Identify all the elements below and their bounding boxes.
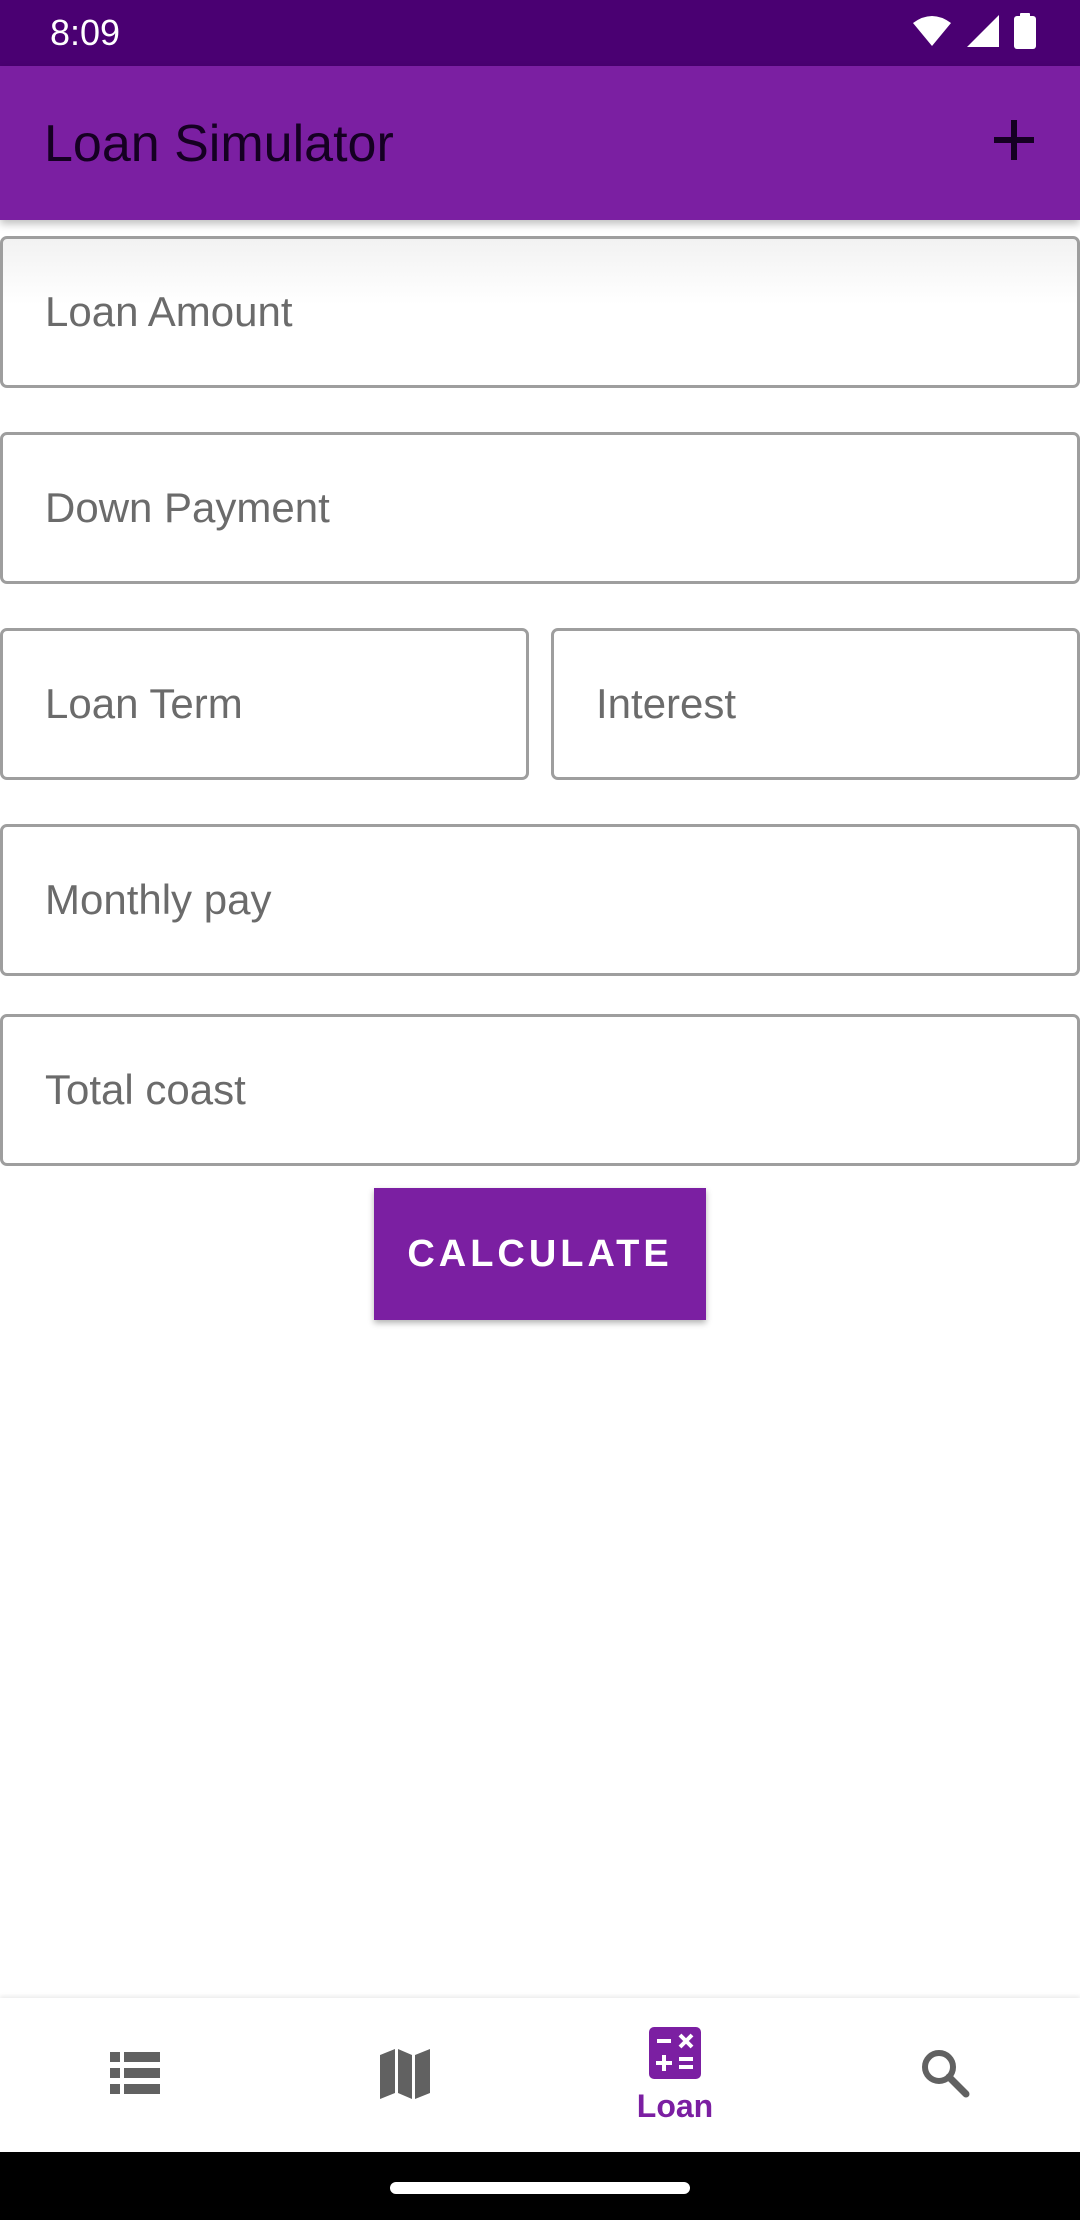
status-icons bbox=[912, 12, 1036, 54]
map-icon bbox=[380, 2047, 430, 2104]
list-icon bbox=[110, 2051, 160, 2099]
nav-item-loan-label: Loan bbox=[636, 2087, 714, 2124]
home-gesture-handle[interactable] bbox=[390, 2182, 690, 2194]
nav-item-list[interactable] bbox=[0, 1998, 270, 2152]
app-bar: Loan Simulator bbox=[0, 66, 1080, 220]
loan-term-input[interactable] bbox=[3, 631, 526, 777]
nav-item-map[interactable] bbox=[270, 1998, 540, 2152]
signal-icon bbox=[966, 14, 1000, 53]
loan-amount-field bbox=[0, 236, 1080, 388]
battery-icon bbox=[1014, 12, 1036, 54]
add-icon bbox=[992, 118, 1036, 167]
loan-amount-input[interactable] bbox=[3, 239, 1077, 385]
nav-item-search[interactable] bbox=[810, 1998, 1080, 2152]
bottom-navigation: Loan bbox=[0, 1998, 1080, 2152]
total-cost-input[interactable] bbox=[3, 1017, 1077, 1163]
system-navigation-bar bbox=[0, 2152, 1080, 2220]
down-payment-field bbox=[0, 432, 1080, 584]
loan-term-field bbox=[0, 628, 529, 780]
wifi-icon bbox=[912, 15, 952, 52]
search-icon bbox=[920, 2048, 970, 2103]
status-bar: 8:09 bbox=[0, 0, 1080, 66]
total-cost-field bbox=[0, 1014, 1080, 1166]
add-button[interactable] bbox=[978, 106, 1050, 178]
status-time: 8:09 bbox=[50, 12, 121, 53]
page-title: Loan Simulator bbox=[44, 115, 394, 173]
monthly-pay-input[interactable] bbox=[3, 827, 1077, 973]
calculator-icon bbox=[649, 2026, 701, 2084]
monthly-pay-field bbox=[0, 824, 1080, 976]
interest-input[interactable] bbox=[554, 631, 1077, 777]
interest-field bbox=[551, 628, 1080, 780]
down-payment-input[interactable] bbox=[3, 435, 1077, 581]
calculate-button[interactable]: CALCULATE bbox=[374, 1188, 706, 1320]
nav-item-loan[interactable]: Loan bbox=[540, 1998, 810, 2152]
